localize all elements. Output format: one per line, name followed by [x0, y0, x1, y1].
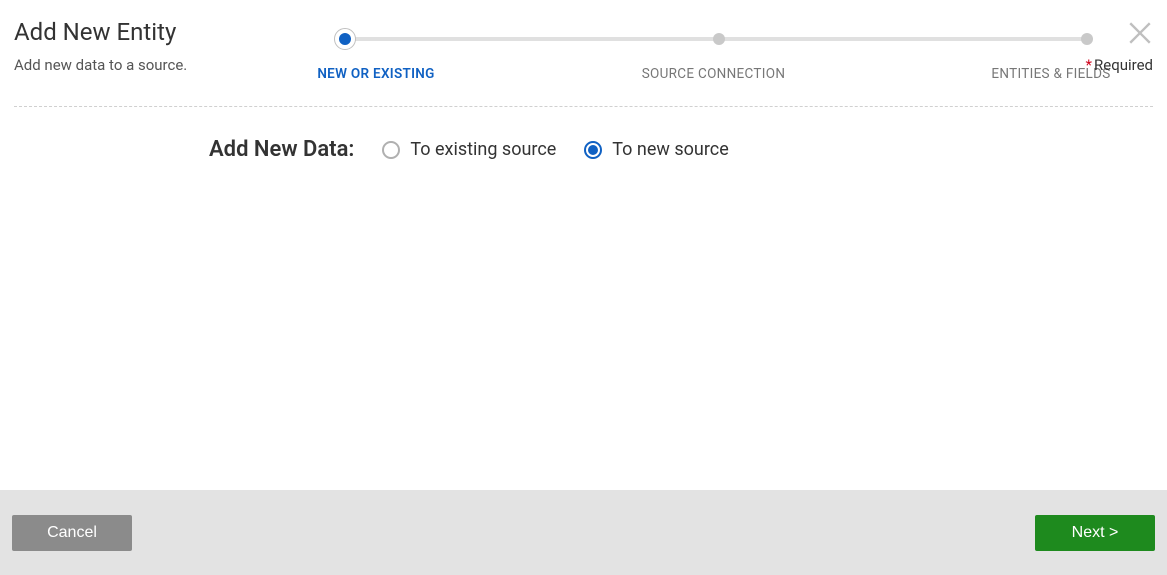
radio-circle-icon — [382, 141, 400, 159]
add-new-data-label: Add New Data: — [209, 137, 354, 162]
wizard-footer: Cancel Next > — [0, 490, 1167, 575]
radio-existing-source[interactable]: To existing source — [382, 139, 556, 160]
page-title: Add New Entity — [14, 18, 274, 46]
step-label-new-or-existing: NEW OR EXISTING — [286, 66, 466, 82]
page-subtitle: Add new data to a source. — [14, 56, 274, 74]
radio-new-source[interactable]: To new source — [584, 139, 728, 160]
stepper-nodes — [334, 28, 1093, 50]
asterisk-icon: * — [1086, 56, 1092, 74]
radio-new-label: To new source — [612, 139, 728, 160]
content-area: Add New Data: To existing source To new … — [0, 107, 1167, 192]
step-label-source-connection: SOURCE CONNECTION — [624, 66, 804, 82]
step-node-new-or-existing[interactable] — [334, 28, 356, 50]
required-label: Required — [1094, 56, 1153, 74]
add-new-data-row: Add New Data: To existing source To new … — [209, 137, 1153, 162]
stepper-labels: NEW OR EXISTING SOURCE CONNECTION ENTITI… — [286, 66, 1141, 82]
title-area: Add New Entity Add new data to a source. — [14, 12, 274, 82]
cancel-button[interactable]: Cancel — [12, 515, 132, 551]
stepper: NEW OR EXISTING SOURCE CONNECTION ENTITI… — [274, 12, 1153, 82]
step-node-source-connection[interactable] — [713, 33, 725, 45]
radio-circle-selected-icon — [584, 141, 602, 159]
step-node-entities-fields[interactable] — [1081, 33, 1093, 45]
required-note: *Required — [1086, 56, 1153, 74]
radio-existing-label: To existing source — [410, 139, 556, 160]
next-button[interactable]: Next > — [1035, 515, 1155, 551]
wizard-header: Add New Entity Add new data to a source.… — [0, 0, 1167, 82]
stepper-track — [334, 28, 1093, 48]
close-icon[interactable] — [1127, 20, 1153, 46]
